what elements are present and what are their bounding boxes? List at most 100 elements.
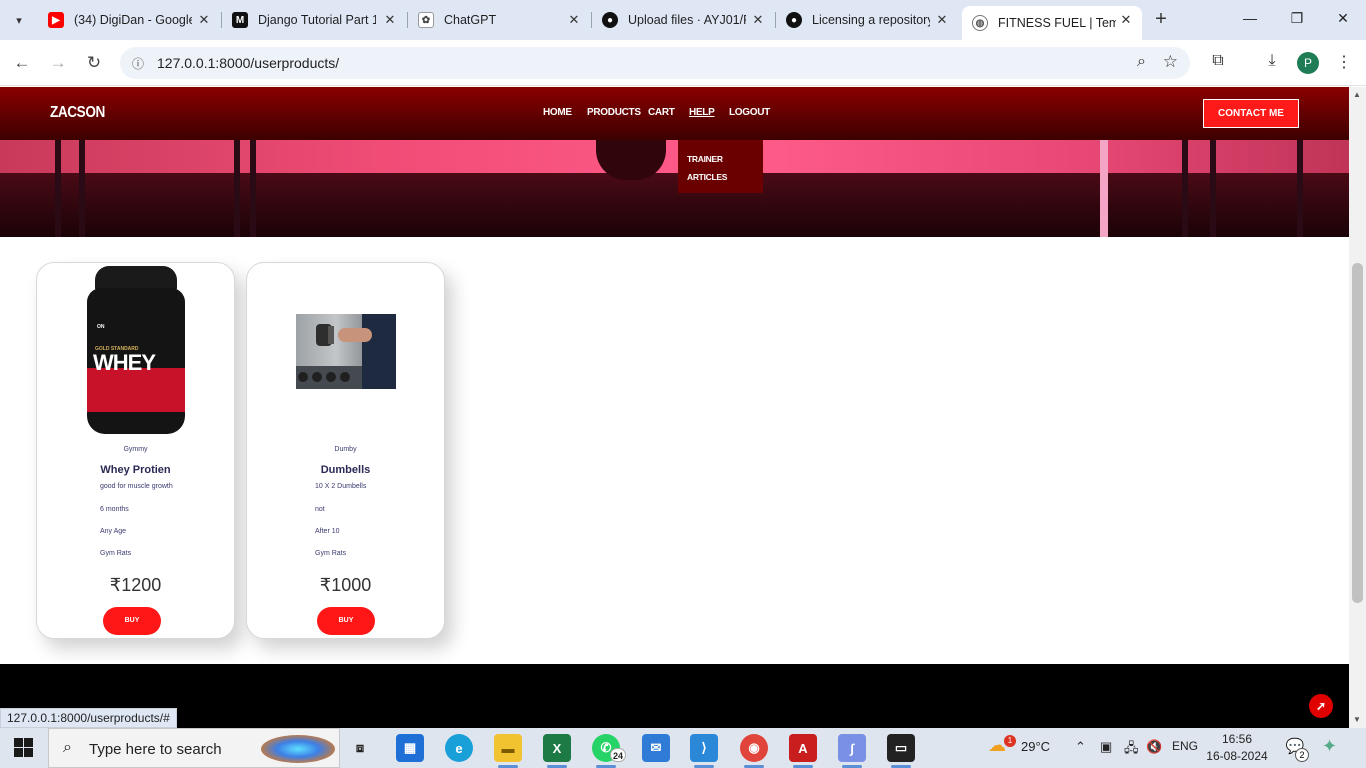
acrobat-icon[interactable]: A bbox=[789, 734, 817, 768]
tab-chatgpt[interactable]: ✿ ChatGPT ✕ bbox=[408, 6, 590, 34]
close-icon[interactable]: ✕ bbox=[1118, 12, 1134, 28]
search-placeholder: Type here to search bbox=[89, 741, 222, 758]
close-icon[interactable]: ✕ bbox=[566, 12, 582, 28]
menu-item-trainer[interactable]: TRAINER bbox=[687, 154, 723, 164]
chevron-up-icon[interactable]: ⌃ bbox=[1075, 739, 1086, 755]
whatsapp-icon[interactable]: ✆ 24 bbox=[592, 734, 626, 768]
language-indicator[interactable]: ENG bbox=[1172, 739, 1198, 753]
new-tab-button[interactable]: + bbox=[1150, 9, 1172, 31]
mail-icon[interactable]: ✉ bbox=[642, 734, 670, 762]
microsoft-store-icon[interactable]: ▦ bbox=[396, 734, 424, 762]
restore-icon[interactable]: ❐ bbox=[1287, 10, 1307, 30]
github-icon: ● bbox=[602, 12, 618, 28]
profile-avatar[interactable]: P bbox=[1297, 52, 1319, 74]
nav-cart[interactable]: CART bbox=[648, 107, 675, 118]
reload-icon[interactable]: ↻ bbox=[83, 52, 105, 74]
scroll-thumb[interactable] bbox=[1352, 263, 1363, 603]
tab-upload-files[interactable]: ● Upload files · AYJ01/F ✕ bbox=[592, 6, 774, 34]
github-icon: ● bbox=[786, 12, 802, 28]
site-footer bbox=[0, 664, 1349, 728]
tab-title: ChatGPT bbox=[444, 13, 497, 27]
menu-kebab-icon[interactable]: ⋮ bbox=[1333, 52, 1355, 74]
link-status-bubble: 127.0.0.1:8000/userproducts/# bbox=[0, 708, 177, 728]
product-seller: Gym Rats bbox=[100, 550, 132, 557]
taskbar-search[interactable]: ⌕ Type here to search bbox=[48, 728, 340, 768]
nav-help[interactable]: HELP bbox=[689, 107, 715, 118]
volume-muted-icon[interactable]: 🔇 bbox=[1146, 739, 1162, 755]
extensions-icon[interactable]: ⧉ bbox=[1207, 52, 1229, 74]
tab-title: Upload files · AYJ01/F bbox=[628, 13, 746, 27]
product-duration: not bbox=[315, 506, 325, 513]
chrome-icon[interactable]: ◉ bbox=[740, 734, 768, 768]
tab-search-button[interactable]: ▾ bbox=[8, 9, 30, 31]
nav-logout[interactable]: LOGOUT bbox=[729, 107, 770, 118]
file-explorer-icon[interactable]: ▬ bbox=[494, 734, 522, 768]
copilot-icon[interactable]: ✦ bbox=[1322, 736, 1337, 757]
buy-button[interactable]: BUY bbox=[317, 607, 375, 635]
zoom-icon[interactable]: ⌕ bbox=[1137, 53, 1146, 71]
weather-temperature[interactable]: 29°C bbox=[1021, 739, 1050, 754]
forward-icon[interactable]: → bbox=[47, 52, 69, 74]
dolphin-app-icon[interactable]: ∫ bbox=[838, 734, 866, 768]
scroll-down-icon[interactable]: ▼ bbox=[1353, 715, 1361, 724]
network-icon[interactable]: 🖧 bbox=[1124, 739, 1139, 761]
vscode-icon[interactable]: ⟩ bbox=[690, 734, 718, 768]
page-scrollbar[interactable]: ▲ ▼ bbox=[1349, 87, 1366, 728]
meet-now-icon[interactable]: ▣ bbox=[1100, 739, 1112, 755]
product-image: ON GOLD STANDARD WHEY bbox=[87, 266, 185, 434]
site-logo[interactable]: ZACSON bbox=[50, 104, 105, 122]
system-clock[interactable]: 16:56 16-08-2024 bbox=[1206, 731, 1268, 765]
scroll-up-icon[interactable]: ▲ bbox=[1353, 90, 1361, 99]
tab-title: Django Tutorial Part 1 bbox=[258, 13, 376, 27]
windows-start-icon[interactable] bbox=[14, 738, 34, 758]
tab-fitness-fuel[interactable]: ◍ FITNESS FUEL | Templ ✕ bbox=[962, 6, 1142, 40]
product-seller: Gym Rats bbox=[315, 550, 347, 557]
address-bar[interactable]: ⓘ 127.0.0.1:8000/userproducts/ ⌕ ☆ bbox=[120, 47, 1190, 79]
nav-products[interactable]: PRODUCTS bbox=[587, 107, 641, 118]
edge-icon[interactable]: e bbox=[445, 734, 473, 762]
tab-title: Licensing a repository bbox=[812, 13, 930, 27]
tab-django-tutorial[interactable]: M Django Tutorial Part 1 ✕ bbox=[222, 6, 406, 34]
notification-count: 2 bbox=[1295, 748, 1309, 762]
url-text: 127.0.0.1:8000/userproducts/ bbox=[157, 55, 340, 71]
close-icon[interactable]: ✕ bbox=[934, 12, 950, 28]
product-category: Dumby bbox=[334, 446, 357, 453]
medium-icon: M bbox=[232, 12, 248, 28]
terminal-icon[interactable]: ▭ bbox=[887, 734, 915, 768]
page-viewport: ZACSON HOME PRODUCTS CART HELP LOGOUT CO… bbox=[0, 87, 1349, 728]
search-icon: ⌕ bbox=[63, 739, 72, 756]
notification-badge: 24 bbox=[610, 748, 626, 762]
product-category: Gymmy bbox=[123, 446, 148, 453]
close-icon[interactable]: ✕ bbox=[382, 12, 398, 28]
minimize-icon[interactable]: — bbox=[1240, 10, 1260, 30]
windows-taskbar: ⌕ Type here to search ⧈ ▦ e ▬ X ✆ 24 ✉ ⟩… bbox=[0, 728, 1366, 768]
close-icon[interactable]: ✕ bbox=[750, 12, 766, 28]
buy-button[interactable]: BUY bbox=[103, 607, 161, 635]
download-icon[interactable]: ⤓ bbox=[1261, 52, 1283, 74]
back-icon[interactable]: ← bbox=[11, 52, 33, 74]
product-duration: 6 months bbox=[100, 506, 129, 513]
product-name: Whey Protien bbox=[100, 464, 171, 476]
close-icon[interactable]: ✕ bbox=[196, 12, 212, 28]
weather-badge: 1 bbox=[1004, 735, 1016, 747]
back-to-top-button[interactable]: ➚ bbox=[1309, 694, 1333, 718]
product-age: Any Age bbox=[100, 528, 127, 535]
excel-icon[interactable]: X bbox=[543, 734, 571, 768]
menu-item-articles[interactable]: ARTICLES bbox=[687, 172, 727, 182]
tab-youtube[interactable]: ▶ (34) DigiDan - Google ✕ bbox=[38, 6, 220, 34]
browser-tab-strip: ▾ ▶ (34) DigiDan - Google ✕ M Django Tut… bbox=[0, 0, 1366, 40]
site-navbar: ZACSON HOME PRODUCTS CART HELP LOGOUT CO… bbox=[0, 87, 1349, 140]
contact-me-button[interactable]: CONTACT ME bbox=[1203, 99, 1299, 128]
product-price: ₹1000 bbox=[319, 575, 372, 595]
tab-title: FITNESS FUEL | Templ bbox=[998, 16, 1116, 30]
close-window-icon[interactable]: ✕ bbox=[1333, 10, 1353, 30]
product-description: 10 X 2 Dumbells bbox=[315, 483, 367, 490]
clock-time: 16:56 bbox=[1221, 732, 1253, 746]
globe-icon: ◍ bbox=[972, 15, 988, 31]
nav-home[interactable]: HOME bbox=[543, 107, 572, 118]
tab-licensing[interactable]: ● Licensing a repository ✕ bbox=[776, 6, 958, 34]
site-info-icon[interactable]: ⓘ bbox=[132, 55, 148, 71]
product-card: Dumby Dumbells 10 X 2 Dumbells not After… bbox=[246, 262, 445, 639]
task-view-icon[interactable]: ⧈ bbox=[346, 734, 374, 762]
bookmark-star-icon[interactable]: ☆ bbox=[1163, 52, 1178, 72]
